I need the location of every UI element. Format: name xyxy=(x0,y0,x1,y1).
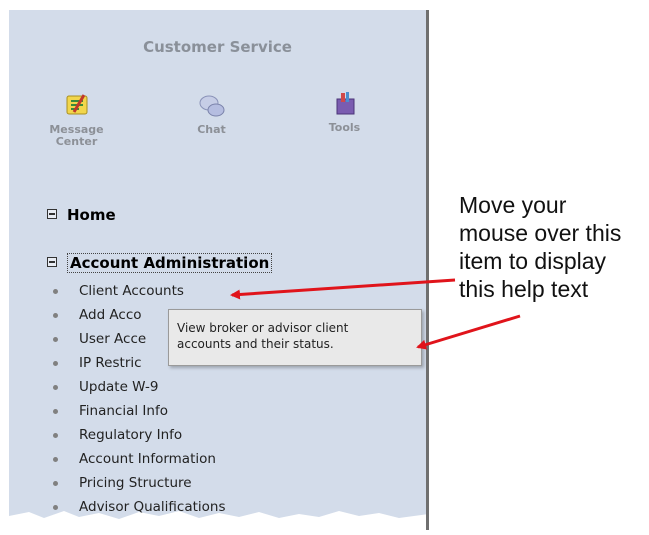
arrow-to-menu-item xyxy=(230,278,456,300)
annotation-arrows xyxy=(230,278,521,350)
arrow-to-tooltip xyxy=(416,314,521,350)
